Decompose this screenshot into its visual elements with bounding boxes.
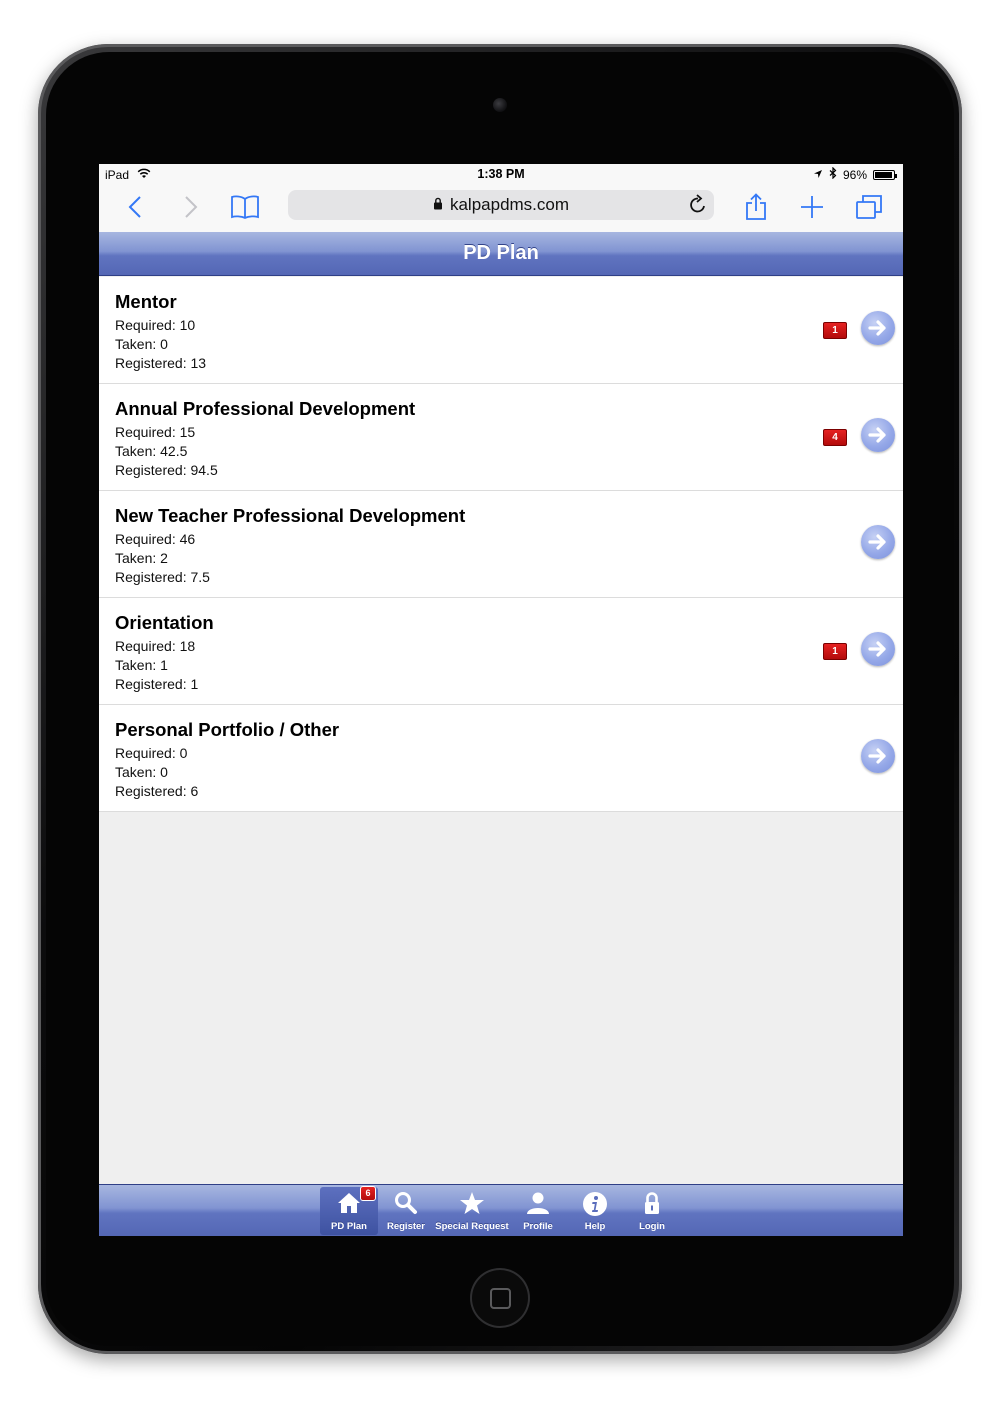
screen: iPad 1:38 PM 96% kalpapdms.com PD Plan M… [99,164,903,1236]
plan-taken: Taken: 2 [115,550,168,566]
tab-label: Login [639,1221,665,1232]
arrow-right-icon[interactable] [861,739,895,773]
url-text: kalpapdms.com [449,195,570,214]
tab-pd-plan[interactable]: 6 PD Plan [320,1186,378,1235]
plan-taken: Taken: 1 [115,657,168,673]
tab-label: Special Request [435,1221,509,1232]
clock-time: 1:38 PM [477,167,525,181]
address-bar[interactable]: kalpapdms.com [288,190,714,220]
plan-title: Annual Professional Development [115,398,416,419]
bluetooth-icon [829,166,837,182]
page-title: PD Plan [99,232,903,276]
notification-badge: 1 [823,322,847,339]
notification-badge: 1 [823,643,847,660]
plan-registered: Registered: 1 [115,676,199,692]
tab-profile[interactable]: Profile [515,1187,561,1235]
search-icon [383,1191,429,1217]
status-right: 96% [813,166,897,182]
plan-required: Required: 10 [115,317,196,333]
plan-required: Required: 46 [115,531,196,547]
battery-cap [895,173,897,178]
info-icon [572,1191,618,1217]
tab-help[interactable]: Help [572,1187,618,1235]
battery-fill [875,171,893,178]
plan-registered: Registered: 13 [115,355,207,371]
plan-row[interactable]: Mentor Required: 10 Taken: 0 Registered:… [99,277,903,384]
arrow-right-icon[interactable] [861,525,895,559]
book-icon[interactable] [229,191,261,223]
tab-register[interactable]: Register [383,1187,429,1235]
plan-taken: Taken: 0 [115,764,168,780]
tab-label: Register [386,1221,425,1232]
plan-list: Mentor Required: 10 Taken: 0 Registered:… [99,277,903,812]
plan-title: Personal Portfolio / Other [115,719,340,740]
plan-taken: Taken: 0 [115,336,168,352]
lock-icon [433,195,443,215]
tabs-icon[interactable] [853,191,885,223]
front-camera [493,98,507,112]
arrow-right-icon[interactable] [861,632,895,666]
tab-label: PD Plan [331,1221,367,1232]
plan-row[interactable]: Annual Professional Development Required… [99,384,903,491]
reload-icon[interactable] [688,194,708,221]
tab-special-request[interactable]: Special Request [432,1187,512,1235]
tab-label: Profile [523,1221,553,1232]
plan-required: Required: 0 [115,745,188,761]
plus-icon[interactable] [796,191,828,223]
plan-registered: Registered: 6 [115,783,199,799]
browser-toolbar: kalpapdms.com [99,186,903,233]
arrow-right-icon[interactable] [861,418,895,452]
plan-registered: Registered: 94.5 [115,462,218,478]
notification-badge: 4 [823,429,847,446]
plan-title: Mentor [115,291,177,312]
battery-percent: 96% [842,167,867,182]
home-square-icon [490,1288,511,1309]
plan-row[interactable]: Orientation Required: 18 Taken: 1 Regist… [99,598,903,705]
plan-registered: Registered: 7.5 [115,569,210,585]
share-icon[interactable] [740,191,772,223]
tab-badge: 6 [360,1186,376,1201]
plan-required: Required: 15 [115,424,196,440]
location-arrow-icon [813,168,823,182]
plan-title: Orientation [115,612,214,633]
home-button[interactable] [470,1268,530,1328]
plan-required: Required: 18 [115,638,196,654]
tab-label: Help [584,1221,606,1232]
person-icon [515,1191,561,1217]
chevron-left-icon[interactable] [119,191,151,223]
tab-login[interactable]: Login [629,1187,675,1235]
battery-icon [873,169,897,180]
bottom-tab-bar: 6 PD Plan Register Special Request Profi… [99,1184,903,1236]
status-bar: iPad 1:38 PM 96% [99,164,903,186]
plan-row[interactable]: New Teacher Professional Development Req… [99,491,903,598]
chevron-right-icon[interactable] [175,191,207,223]
arrow-right-icon[interactable] [861,311,895,345]
lock-icon [629,1191,675,1217]
star-icon [432,1191,512,1217]
plan-row[interactable]: Personal Portfolio / Other Required: 0 T… [99,705,903,812]
plan-title: New Teacher Professional Development [115,505,466,526]
plan-taken: Taken: 42.5 [115,443,188,459]
